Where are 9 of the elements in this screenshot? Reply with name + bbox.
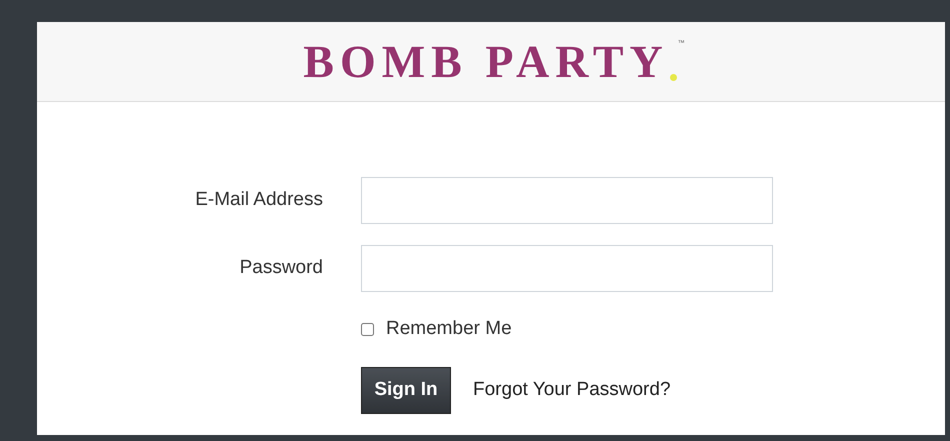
field-label: Password — [238, 256, 323, 280]
brand-logo: BOMB PARTY — [303, 38, 669, 84]
input-field[interactable] — [361, 177, 773, 224]
field-label: E-Mail Address — [194, 188, 323, 212]
sign-in-button[interactable]: Sign In — [361, 366, 451, 414]
input-field[interactable] — [361, 245, 773, 292]
remember-label: Remember Me — [386, 317, 512, 341]
checkbox[interactable] — [361, 322, 374, 336]
forgot-password-link[interactable]: Forgot Your Password? — [473, 376, 671, 404]
